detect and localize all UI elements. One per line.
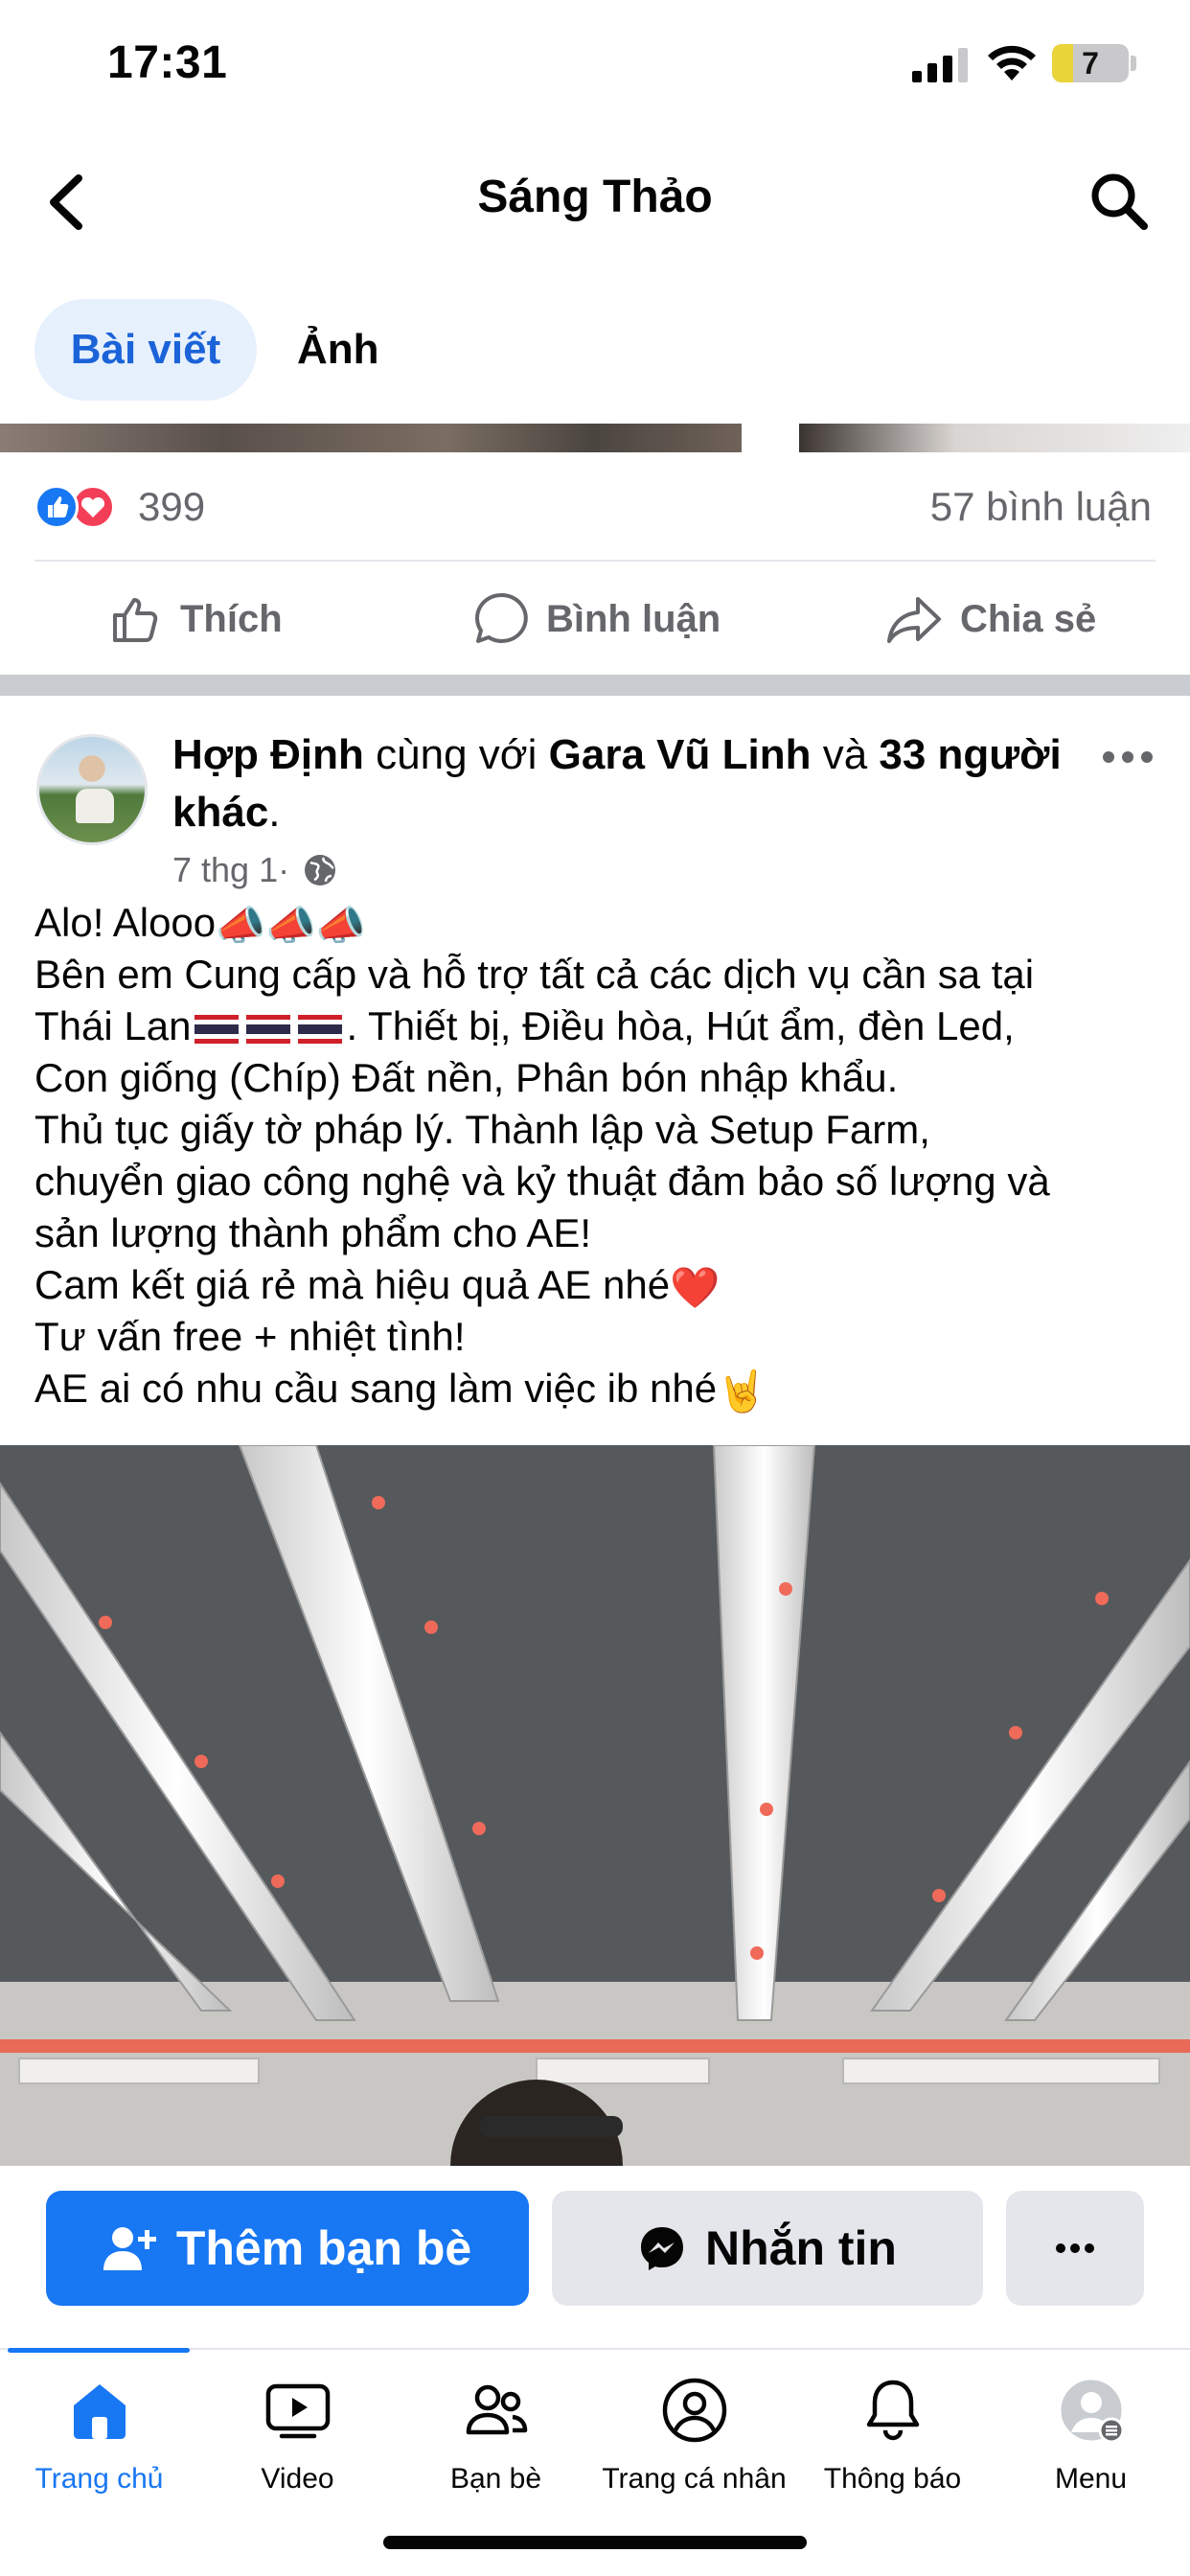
tab-label: Video — [261, 2463, 334, 2495]
post-meta: 7 thg 1 · — [172, 849, 337, 891]
meta-dot: · — [278, 850, 290, 889]
megaphone-icon: 📣 — [315, 902, 367, 948]
post-line: Cam kết giá rẻ mà hiệu quả AE nhé — [34, 1262, 671, 1307]
heart-icon: ❤️ — [670, 1264, 721, 1310]
post-line: AE ai có nhu cầu sang làm việc ib nhé — [34, 1366, 718, 1411]
comment-bubble-icon — [475, 592, 528, 643]
tab-friends[interactable]: Bạn bè — [397, 2375, 595, 2499]
period: . — [268, 789, 281, 836]
thailand-flag-icon — [298, 1014, 343, 1044]
post-line: sản lượng thành phẩm cho AE! — [34, 1210, 592, 1255]
globe-icon — [305, 855, 336, 886]
friends-icon — [466, 2384, 527, 2435]
video-icon — [265, 2383, 330, 2439]
message-button[interactable]: Nhắn tin — [552, 2191, 983, 2306]
post-time[interactable]: 7 thg 1 — [172, 849, 278, 891]
messenger-icon — [641, 2227, 683, 2270]
thailand-flag-icon — [246, 1014, 291, 1044]
post-author-line: Hợp Định cùng với Gara Vũ Linh và 33 ngư… — [172, 726, 1092, 841]
divider — [34, 560, 1156, 562]
tab-photos[interactable]: Ảnh — [297, 299, 379, 401]
megaphone-icon: 📣 — [265, 902, 316, 948]
share-button[interactable]: Chia sẻ — [885, 586, 1096, 652]
tab-menu[interactable]: Menu — [992, 2375, 1190, 2499]
comment-count[interactable]: 57 bình luận — [930, 485, 1152, 529]
and-text: và — [811, 731, 880, 778]
post-line: chuyển giao công nghệ và kỷ thuật đảm bả… — [34, 1159, 1050, 1204]
reaction-count[interactable]: 399 — [138, 485, 205, 529]
tagged-name[interactable]: Gara Vũ Linh — [549, 731, 812, 778]
tab-label: Menu — [1054, 2463, 1128, 2495]
megaphone-icon: 📣 — [216, 902, 266, 948]
post-text: Alo! Alooo📣📣📣 Bên em Cung cấp và hỗ trợ … — [34, 897, 1175, 1414]
status-time: 17:31 — [107, 37, 228, 88]
post-line: Thủ tục giấy tờ pháp lý. Thành lập và Se… — [34, 1107, 930, 1152]
post-line: Con giống (Chíp) Đất nền, Phân bón nhập … — [34, 1055, 899, 1100]
add-friend-label: Thêm bạn bè — [175, 2221, 472, 2275]
home-indicator[interactable] — [383, 2536, 807, 2549]
more-dots-icon — [1056, 2243, 1094, 2253]
author-name[interactable]: Hợp Định — [172, 731, 364, 778]
battery-level: 7 — [1082, 46, 1099, 80]
tab-label: Trang chủ — [34, 2463, 164, 2495]
section-divider — [0, 675, 1190, 696]
add-friend-button[interactable]: Thêm bạn bè — [46, 2191, 529, 2306]
tab-profile[interactable]: Trang cá nhân — [595, 2375, 793, 2499]
thumbs-up-icon — [113, 598, 158, 642]
more-options-icon[interactable] — [1102, 748, 1154, 767]
battery-icon: 7 — [1052, 44, 1129, 82]
share-label: Chia sẻ — [960, 597, 1097, 640]
signal-icon — [912, 48, 968, 82]
post-line: Tư vấn free + nhiệt tình! — [34, 1314, 466, 1359]
post-photo[interactable] — [0, 1445, 1190, 2166]
bell-icon — [866, 2380, 919, 2441]
comment-label: Bình luận — [546, 597, 721, 640]
wifi-icon — [988, 45, 1036, 80]
author-avatar[interactable] — [36, 734, 148, 845]
post-line: Alo! Alooo — [34, 900, 217, 945]
page-title: Sáng Thảo — [477, 172, 713, 222]
menu-avatar-icon — [1058, 2377, 1124, 2444]
with-text: cùng với — [363, 731, 549, 778]
tab-video[interactable]: Video — [198, 2375, 397, 2499]
tab-posts[interactable]: Bài viết — [34, 299, 257, 401]
tab-notifications[interactable]: Thông báo — [793, 2375, 992, 2499]
search-icon[interactable] — [1088, 171, 1150, 232]
like-button[interactable]: Thích — [107, 586, 283, 652]
message-label: Nhắn tin — [705, 2221, 897, 2275]
home-icon — [73, 2384, 126, 2439]
more-actions-button[interactable] — [1006, 2191, 1144, 2306]
post-line: Bên em Cung cấp và hỗ trợ tất cả các dịc… — [34, 952, 1035, 997]
add-friend-icon — [103, 2227, 156, 2270]
like-reaction-icon — [34, 485, 79, 529]
share-arrow-icon — [887, 597, 941, 643]
active-tab-indicator — [8, 2348, 190, 2353]
grow-light-photo — [0, 1445, 1190, 2166]
previous-post-image[interactable] — [0, 424, 742, 452]
tab-home[interactable]: Trang chủ — [0, 2375, 198, 2499]
rock-hand-icon: 🤘 — [717, 1368, 767, 1414]
tab-label: Bạn bè — [449, 2463, 542, 2495]
tab-label: Thông báo — [823, 2463, 962, 2495]
previous-post-image[interactable] — [799, 424, 1190, 452]
like-label: Thích — [180, 597, 283, 640]
tab-label: Trang cá nhân — [602, 2463, 787, 2495]
post-line: . Thiết bị, Điều hòa, Hút ẩm, đèn Led, — [346, 1003, 1015, 1048]
battery-cap — [1131, 56, 1136, 71]
profile-icon — [662, 2378, 726, 2443]
post-line: Thái Lan — [34, 1003, 192, 1048]
comment-button[interactable]: Bình luận — [471, 586, 721, 652]
thailand-flag-icon — [195, 1014, 240, 1044]
